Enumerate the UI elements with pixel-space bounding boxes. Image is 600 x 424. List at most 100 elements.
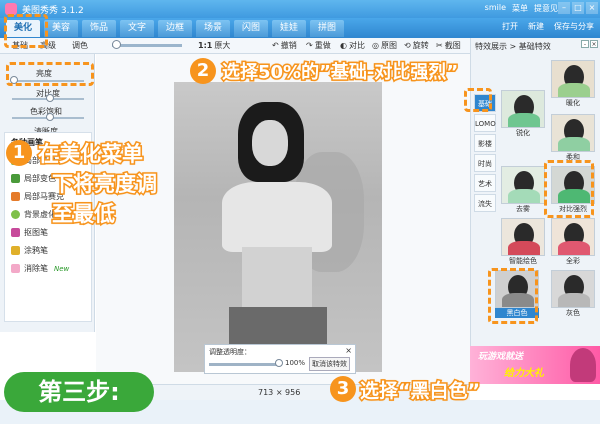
preview-shirt: [508, 113, 540, 127]
redo-icon: ↷: [306, 41, 313, 50]
rotate-label: 旋转: [412, 41, 429, 50]
category-studio[interactable]: 影楼: [474, 134, 496, 152]
image-dimensions: 713 × 956: [258, 388, 301, 397]
effect-sharpen-label: 锐化: [516, 129, 530, 137]
category-lomo[interactable]: LOMO: [474, 114, 496, 132]
title-right-info: smile 菜单 提意见: [485, 3, 558, 14]
redo-label: 重做: [314, 41, 331, 50]
category-fashion[interactable]: 时尚: [474, 154, 496, 172]
effect-full-color[interactable]: 全彩: [551, 218, 595, 268]
photo-face: [252, 120, 288, 166]
zoom-label: 原大: [214, 41, 231, 50]
compare-label: 对比: [348, 41, 365, 50]
effect-soft[interactable]: 柔和: [551, 114, 595, 164]
opacity-slider[interactable]: [209, 363, 279, 366]
tab-flash[interactable]: 闪图: [234, 20, 268, 37]
effect-dehaze-label: 去雾: [516, 205, 530, 213]
undo-icon: ↶: [272, 41, 279, 50]
ad-line-1: 玩游戏就送: [478, 352, 524, 362]
rotate-button[interactable]: ⟲ 旋转: [404, 40, 429, 51]
undo-button[interactable]: ↶ 撤销: [272, 40, 297, 51]
tab-makeup[interactable]: 美容: [44, 20, 78, 37]
step-banner: 第三步:: [4, 372, 154, 412]
original-button[interactable]: ◎ 原图: [372, 40, 397, 51]
new-badge: New: [54, 264, 70, 273]
contrast-handle[interactable]: [46, 94, 54, 102]
zoom-slider[interactable]: [112, 44, 182, 47]
effect-gray-preview: [551, 270, 595, 308]
feedback-link[interactable]: 提意见: [534, 3, 558, 14]
saturation-handle[interactable]: [46, 113, 54, 121]
effect-smart-color[interactable]: 智能绘色: [501, 218, 545, 268]
new-button[interactable]: 新建: [528, 21, 544, 32]
crop-button[interactable]: ✂ 截图: [436, 40, 461, 51]
effect-soft-preview: [551, 114, 595, 152]
brush-cutout[interactable]: 抠图笔: [11, 227, 48, 238]
step3-badge: 3: [330, 376, 356, 402]
collapse-icon[interactable]: -: [581, 40, 589, 48]
step2-badge: 2: [190, 58, 216, 84]
close-icon[interactable]: ×: [586, 2, 598, 14]
step1-text-line2: 下将亮度调: [51, 171, 159, 198]
opacity-value: 100%: [285, 359, 306, 367]
tab-scene[interactable]: 场景: [196, 20, 230, 37]
cancel-effect-button[interactable]: 取消该特效: [309, 357, 350, 371]
effect-full-color-label: 全彩: [566, 257, 580, 265]
effect-warm[interactable]: 暖化: [551, 60, 595, 110]
subtab-color[interactable]: 调色: [72, 39, 88, 53]
save-share-button[interactable]: 保存与分享: [554, 21, 594, 32]
minimize-icon[interactable]: –: [558, 2, 570, 14]
dialog-close-icon[interactable]: ×: [345, 346, 352, 355]
brush-recolor[interactable]: 局部变色: [11, 173, 56, 184]
brush-blur-bg[interactable]: 背景虚化: [11, 209, 56, 220]
edited-photo[interactable]: [174, 82, 382, 372]
recolor-brush-icon: [11, 174, 20, 183]
preview-shirt: [508, 241, 540, 255]
window-controls: – □ ×: [558, 2, 598, 14]
file-actions: 打开 新建 保存与分享: [502, 21, 594, 32]
step3-text: 选择“黑白色”: [359, 379, 482, 404]
tab-accessories[interactable]: 饰品: [82, 20, 116, 37]
step1-badge: 1: [6, 140, 32, 166]
account-name[interactable]: smile: [485, 3, 506, 14]
maximize-icon[interactable]: □: [572, 2, 584, 14]
effect-sharpen-preview: [501, 90, 545, 128]
preview-shirt: [558, 137, 590, 151]
effect-gray[interactable]: 灰色: [551, 270, 595, 320]
editor-canvas[interactable]: 调整透明度： × 100% 取消该特效: [96, 54, 470, 384]
category-art[interactable]: 艺术: [474, 174, 496, 192]
main-menu: 美化 美容 饰品 文字 边框 场景 闪图 娃娃 拼图 打开 新建 保存与分享: [0, 18, 600, 38]
undo-label: 撤销: [280, 41, 297, 50]
redo-button[interactable]: ↷ 重做: [306, 40, 331, 51]
tab-frame[interactable]: 边框: [158, 20, 192, 37]
close-panel-icon[interactable]: ×: [590, 40, 598, 48]
menu-link[interactable]: 菜单: [512, 3, 528, 14]
effect-dehaze[interactable]: 去雾: [501, 166, 545, 216]
opacity-dialog: 调整透明度： × 100% 取消该特效: [204, 344, 356, 374]
highlight-black-white: [488, 268, 538, 324]
zoom-ratio: 1:1: [198, 41, 213, 50]
opacity-title: 调整透明度：: [209, 348, 251, 356]
ad-character: [570, 348, 596, 382]
compare-button[interactable]: ◐ 对比: [340, 40, 365, 51]
tab-doll[interactable]: 娃娃: [272, 20, 306, 37]
brush-doodle[interactable]: 涂鸦笔: [11, 245, 48, 256]
zoom-slider-handle[interactable]: [112, 40, 121, 49]
brush-doodle-label: 涂鸦笔: [24, 246, 48, 255]
highlight-brightness-slider: [6, 62, 94, 86]
brush-eraser-label: 消除笔: [24, 264, 48, 273]
category-fade[interactable]: 流失: [474, 194, 496, 212]
game-ad-banner[interactable]: 玩游戏就送 给力大礼: [470, 346, 600, 384]
effect-sharpen[interactable]: 锐化: [501, 90, 545, 140]
open-button[interactable]: 打开: [502, 21, 518, 32]
preview-shirt: [558, 241, 590, 255]
brush-eraser[interactable]: 消除笔 New: [11, 263, 69, 274]
step1-text-line3: 至最低: [51, 201, 117, 228]
tab-text[interactable]: 文字: [120, 20, 154, 37]
effect-full-color-preview: [551, 218, 595, 256]
tab-collage[interactable]: 拼图: [310, 20, 344, 37]
effects-header-buttons: - ×: [581, 40, 598, 48]
zoom-original[interactable]: 1:1 原大: [198, 40, 230, 51]
doodle-brush-icon: [11, 246, 20, 255]
opacity-handle[interactable]: [275, 359, 283, 367]
